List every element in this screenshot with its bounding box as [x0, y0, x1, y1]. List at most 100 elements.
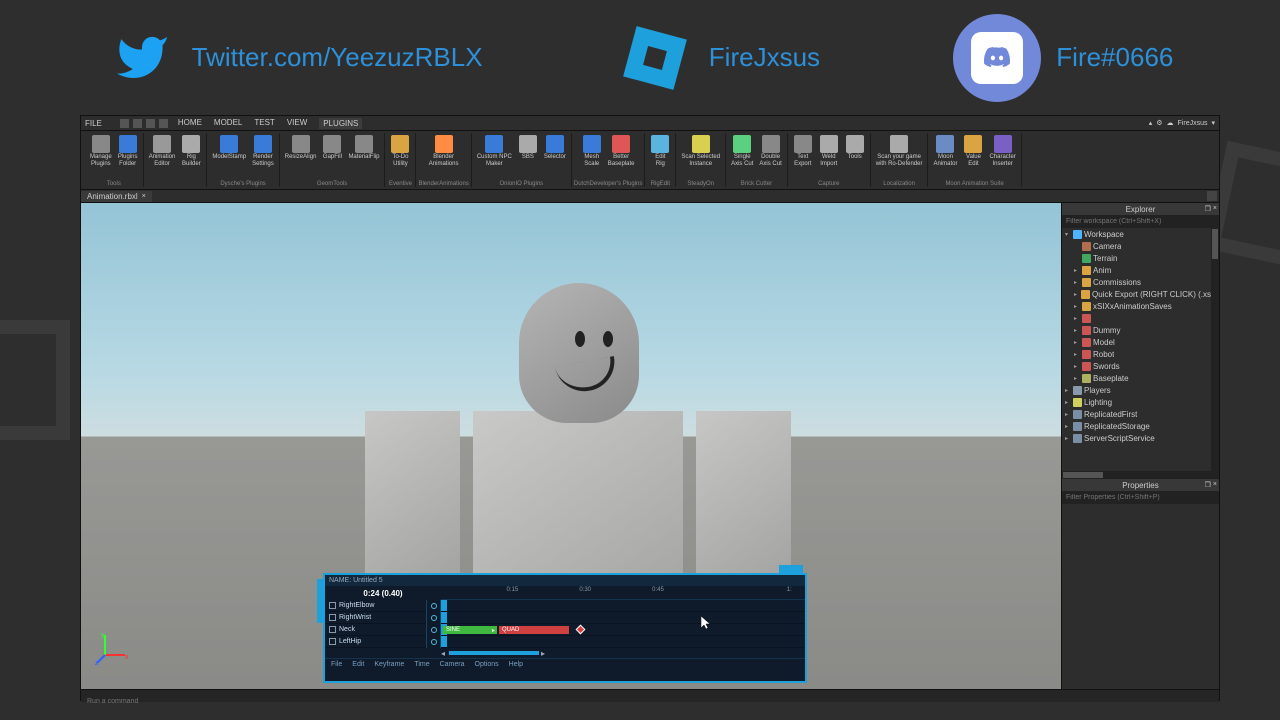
- expand-arrow-icon[interactable]: ▸: [1074, 303, 1080, 310]
- ribbon-selector[interactable]: Selector: [541, 133, 569, 180]
- expand-arrow-icon[interactable]: ▸: [1074, 279, 1080, 286]
- ribbon-gapfill[interactable]: GapFill: [319, 133, 345, 180]
- ribbon-custom-npc-maker[interactable]: Custom NPC Maker: [474, 133, 515, 180]
- track-lanes[interactable]: SINE▸ QUAD: [441, 600, 805, 648]
- ribbon-single-axis-cut[interactable]: Single Axis Cut: [728, 133, 756, 180]
- tree-item[interactable]: Camera: [1062, 240, 1219, 252]
- keyframe-diamond[interactable]: [576, 625, 586, 635]
- expand-arrow-icon[interactable]: ▸: [1074, 267, 1080, 274]
- ribbon-edit-rig[interactable]: Edit Rig: [647, 133, 673, 180]
- expand-arrow-icon[interactable]: ▸: [1074, 351, 1080, 358]
- ribbon-moon-animator[interactable]: Moon Animator: [930, 133, 960, 180]
- expand-arrow-icon[interactable]: ▸: [1074, 327, 1080, 334]
- save-icon[interactable]: [133, 119, 142, 128]
- ribbon-manage-plugins[interactable]: Manage Plugins: [87, 133, 115, 180]
- tree-item[interactable]: ▸ReplicatedStorage: [1062, 420, 1219, 432]
- menu-tab-view[interactable]: VIEW: [287, 118, 307, 129]
- anim-menu-keyframe[interactable]: Keyframe: [374, 661, 404, 668]
- user-dropdown-icon[interactable]: ▾: [1211, 119, 1215, 127]
- cloud-icon[interactable]: ☁: [1167, 119, 1174, 127]
- anim-scrollbar[interactable]: ◂ ▸: [325, 648, 805, 658]
- ribbon-modelstamp[interactable]: ModelStamp: [209, 133, 249, 180]
- ribbon-sbs[interactable]: SBS: [515, 133, 541, 180]
- easing-segment-quad[interactable]: QUAD: [499, 626, 569, 634]
- scroll-left-icon[interactable]: ◂: [441, 649, 445, 658]
- expand-arrow-icon[interactable]: ▸: [1074, 375, 1080, 382]
- anim-menu-edit[interactable]: Edit: [352, 661, 364, 668]
- expand-arrow-icon[interactable]: ▸: [1065, 399, 1071, 406]
- explorer-scrollbar[interactable]: [1211, 228, 1219, 471]
- ribbon-blender-animations[interactable]: Blender Animations: [426, 133, 462, 180]
- ribbon-weld-import[interactable]: Weld Import: [816, 133, 842, 180]
- tree-item[interactable]: ▸ServerScriptService: [1062, 432, 1219, 444]
- track-key-toggle[interactable]: [431, 627, 437, 633]
- tree-item[interactable]: ▸Dummy: [1062, 324, 1219, 336]
- panel-minimize-icon[interactable]: [779, 565, 803, 573]
- explorer-tree[interactable]: ▾WorkspaceCameraTerrain▸Anim▸Commissions…: [1062, 228, 1219, 471]
- tree-item[interactable]: ▸Lighting: [1062, 396, 1219, 408]
- close-icon[interactable]: ×: [142, 193, 146, 200]
- track-neck[interactable]: Neck: [325, 624, 426, 636]
- menu-tab-test[interactable]: TEST: [254, 118, 274, 129]
- anim-menu-file[interactable]: File: [331, 661, 342, 668]
- track-rightelbow[interactable]: RightElbow: [325, 600, 426, 612]
- command-bar[interactable]: [81, 689, 1219, 702]
- ribbon-scan-selected-instance[interactable]: Scan Selected Instance: [678, 133, 723, 180]
- scroll-thumb-icon[interactable]: ▸: [541, 649, 545, 658]
- panel-popout-icon[interactable]: ❐: [1205, 481, 1211, 489]
- ribbon-character-inserter[interactable]: Character Inserter: [986, 133, 1018, 180]
- ribbon-materialflip[interactable]: MaterialFlip: [345, 133, 382, 180]
- ribbon-animation-editor[interactable]: Animation Editor: [146, 133, 179, 186]
- document-tab[interactable]: Animation.rbxl ×: [81, 191, 152, 202]
- anim-menu-camera[interactable]: Camera: [440, 661, 465, 668]
- panel-close-icon[interactable]: ×: [1213, 481, 1217, 489]
- track-key-toggle[interactable]: [431, 639, 437, 645]
- tree-item[interactable]: ▸Commissions: [1062, 276, 1219, 288]
- tree-item[interactable]: ▸ReplicatedFirst: [1062, 408, 1219, 420]
- ribbon-double-axis-cut[interactable]: Double Axis Cut: [756, 133, 784, 180]
- ribbon-render-settings[interactable]: Render Settings: [249, 133, 277, 180]
- anim-menu-time[interactable]: Time: [414, 661, 429, 668]
- tree-item[interactable]: ▸Baseplate: [1062, 372, 1219, 384]
- tree-item[interactable]: ▸Players: [1062, 384, 1219, 396]
- ribbon-to-do-utility[interactable]: To-Do Utility: [387, 133, 413, 180]
- user-label[interactable]: FireJxsus: [1178, 120, 1208, 127]
- expand-arrow-icon[interactable]: ▸: [1065, 423, 1071, 430]
- expand-arrow-icon[interactable]: ▸: [1065, 411, 1071, 418]
- track-checkbox[interactable]: [329, 602, 336, 609]
- track-rightwrist[interactable]: RightWrist: [325, 612, 426, 624]
- ribbon-better-baseplate[interactable]: Better Baseplate: [605, 133, 638, 180]
- ribbon-rig-builder[interactable]: Rig Builder: [178, 133, 204, 186]
- tree-item[interactable]: ▸Quick Export (RIGHT CLICK) (.xslva FILE…: [1062, 288, 1219, 300]
- easing-segment-sine[interactable]: SINE▸: [443, 626, 497, 634]
- moon-animator-panel[interactable]: NAME: Untitled 5 0:24 (0.40) 0:150:300:4…: [323, 573, 807, 683]
- menu-file[interactable]: FILE: [85, 119, 102, 128]
- undo-icon[interactable]: [146, 119, 155, 128]
- new-icon[interactable]: [120, 119, 129, 128]
- redo-icon[interactable]: [159, 119, 168, 128]
- track-key-toggle[interactable]: [431, 603, 437, 609]
- anim-menu-options[interactable]: Options: [475, 661, 499, 668]
- tree-item[interactable]: ▸Anim: [1062, 264, 1219, 276]
- tree-item[interactable]: ▸Robot: [1062, 348, 1219, 360]
- menu-tab-model[interactable]: MODEL: [214, 118, 242, 129]
- track-checkbox[interactable]: [329, 638, 336, 645]
- expand-arrow-icon[interactable]: ▾: [1065, 231, 1071, 238]
- panel-close-icon[interactable]: ×: [1213, 205, 1217, 213]
- panel-popout-icon[interactable]: ❐: [1205, 205, 1211, 213]
- tree-item[interactable]: ▸Swords: [1062, 360, 1219, 372]
- anim-menu-help[interactable]: Help: [509, 661, 523, 668]
- tree-item[interactable]: Terrain: [1062, 252, 1219, 264]
- expand-arrow-icon[interactable]: ▸: [1065, 435, 1071, 442]
- properties-filter-input[interactable]: [1062, 491, 1219, 504]
- ribbon-resizealign[interactable]: ResizeAlign: [282, 133, 320, 180]
- track-checkbox[interactable]: [329, 626, 336, 633]
- ribbon-value-edit[interactable]: Value Edit: [960, 133, 986, 180]
- tree-item[interactable]: ▸xSIXxAnimationSaves: [1062, 300, 1219, 312]
- menu-tab-home[interactable]: HOME: [178, 118, 202, 129]
- ribbon-tools[interactable]: Tools: [842, 133, 868, 180]
- track-checkbox[interactable]: [329, 614, 336, 621]
- 3d-viewport[interactable]: x y z NAME: Untitled 5 0:24 (0.40) 0:150…: [81, 203, 1061, 689]
- menu-tab-plugins[interactable]: PLUGINS: [319, 118, 362, 129]
- ribbon-scan-your-game-with-ro-defender[interactable]: Scan your game with Ro-Defender: [873, 133, 926, 180]
